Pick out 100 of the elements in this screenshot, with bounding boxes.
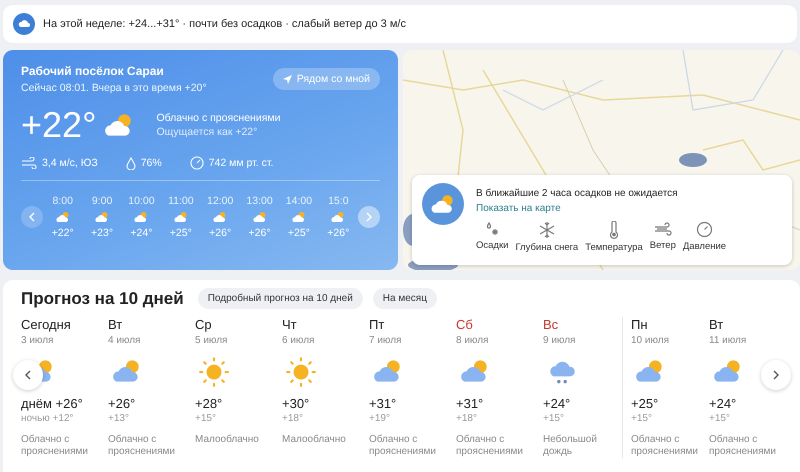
forecast-link-button[interactable]: Подробный прогноз на 10 дней <box>198 288 363 309</box>
hour-time: 9:00 <box>92 195 112 207</box>
hour-temperature: +22° <box>52 227 74 239</box>
night-temperature: +15° <box>709 413 731 424</box>
day-temperature: +31° <box>456 396 484 411</box>
hour-temperature: +26° <box>209 227 232 239</box>
night-temperature: +15° <box>195 413 217 424</box>
day-date: 10 июля <box>631 335 670 346</box>
map-layer-button[interactable]: Температура <box>585 221 643 253</box>
current-temperature: +22° <box>21 104 96 146</box>
partly-cloudy-icon <box>54 209 71 225</box>
nowcast-message: В ближайшие 2 часа осадков не ожидается <box>476 188 678 199</box>
day-temperature: +28° <box>195 396 224 411</box>
day-date: 4 июля <box>108 335 142 346</box>
wind-text: 3,4 м/с, ЮЗ <box>42 157 98 169</box>
day-name: Вт <box>108 317 124 332</box>
hour-time: 8:00 <box>52 195 73 207</box>
night-temperature: +18° <box>282 413 304 424</box>
day-condition: Малооблачно <box>195 434 260 446</box>
humidity-text: 76% <box>140 157 162 169</box>
day-temperature: +24° <box>709 396 738 411</box>
day-temperature: +30° <box>282 396 310 411</box>
drop-icon <box>126 156 136 170</box>
condition-text: Облачно с прояснениями <box>156 111 280 125</box>
day-date: 9 июля <box>543 335 576 346</box>
hour-time: 15:0 <box>328 195 349 207</box>
day-date: 11 июля <box>709 335 748 346</box>
day-name: Вт <box>709 317 724 332</box>
day-condition: Облачно с прояснениями <box>108 434 176 458</box>
hour-time: 12:00 <box>207 195 234 207</box>
next-button[interactable] <box>761 360 791 390</box>
cloud-icon <box>13 13 35 35</box>
partly-cloudy-icon <box>290 209 307 225</box>
night-temperature: +19° <box>369 413 391 424</box>
day-date: 5 июля <box>195 335 228 346</box>
forecast-link-button[interactable]: На месяц <box>372 288 437 309</box>
hour-time: 10:00 <box>128 195 155 207</box>
hour-temperature: +25° <box>288 227 310 239</box>
forecast-title: Прогноз на 10 дней <box>21 288 184 308</box>
hour-time: 11:00 <box>168 195 194 207</box>
hour-temperature: +26° <box>248 227 271 239</box>
day-condition: Малооблачно <box>282 434 347 446</box>
next-button[interactable] <box>358 206 380 228</box>
night-temperature: +13° <box>108 413 130 424</box>
day-temperature: днём +26° <box>21 396 84 411</box>
current-time-text: Сейчас 08:01. Вчера в это время +20° <box>21 82 207 94</box>
day-name: Пн <box>631 317 649 332</box>
map-layer-button[interactable]: Глубина снега <box>515 221 578 253</box>
show-on-map-link[interactable]: Показать на карте <box>476 203 678 214</box>
partly-cloudy-icon <box>252 209 268 225</box>
day-condition: Облачно с прояснениями <box>21 434 90 458</box>
chevron-left-icon <box>24 370 32 380</box>
day-date: 7 июля <box>369 335 402 346</box>
day-date: 8 июля <box>456 335 490 346</box>
day-temperature: +25° <box>631 396 660 411</box>
hour-temperature: +24° <box>130 227 152 239</box>
partly-cloudy-icon <box>330 209 346 225</box>
partly-cloudy-icon <box>172 209 189 225</box>
gauge-icon <box>190 156 204 170</box>
week-summary: На этой неделе: +24...+31° · почти без осадков · слабый ветер до 3 м/с <box>43 18 406 30</box>
day-condition: Облачно с прояснениями <box>631 434 700 458</box>
feels-like-text: Ощущается как +22° <box>156 125 258 139</box>
gauge-icon <box>696 221 713 238</box>
previous-button[interactable] <box>21 206 43 228</box>
partly-cloudy-icon <box>212 209 228 225</box>
day-name: Пт <box>369 317 386 332</box>
hour-temperature: +25° <box>170 227 192 239</box>
hour-time: 13:00 <box>246 195 273 207</box>
map-layer-button[interactable]: Осадки <box>476 221 508 253</box>
drops-icon <box>484 221 500 237</box>
day-temperature: +31° <box>369 396 398 411</box>
hour-temperature: +23° <box>91 227 114 239</box>
partly-cloudy-icon <box>94 209 110 225</box>
day-name: Вс <box>543 317 560 332</box>
wind-icon <box>652 221 673 237</box>
day-date: 6 июля <box>282 335 316 346</box>
day-name: Чт <box>282 317 298 332</box>
day-name: Сегодня <box>21 317 72 332</box>
partly-cloudy-icon <box>133 209 150 225</box>
night-temperature: +15° <box>631 413 653 424</box>
day-temperature: +26° <box>108 396 136 411</box>
map-layer-button[interactable]: Ветер <box>650 221 676 253</box>
day-temperature: +24° <box>543 396 572 411</box>
chevron-left-icon <box>28 212 36 222</box>
location-arrow-icon <box>282 74 292 84</box>
chevron-right-icon <box>772 370 780 380</box>
day-name: Сб <box>456 317 474 332</box>
wind-icon <box>21 157 37 169</box>
day-date: 3 июля <box>21 335 54 346</box>
day-condition: Облачно с прояснениями <box>709 434 778 458</box>
place-name: Рабочий посёлок Сараи <box>21 64 165 78</box>
previous-button[interactable] <box>13 360 43 390</box>
pressure-text: 742 мм рт. ст. <box>208 157 274 169</box>
snowflake-icon <box>538 221 556 239</box>
day-condition: Облачно с прояснениями <box>456 434 524 458</box>
night-temperature: +15° <box>543 413 565 424</box>
hour-temperature: +26° <box>327 227 350 239</box>
chevron-right-icon <box>365 212 373 222</box>
map-layer-button[interactable]: Давление <box>682 221 726 253</box>
hour-time: 14:00 <box>286 195 312 207</box>
